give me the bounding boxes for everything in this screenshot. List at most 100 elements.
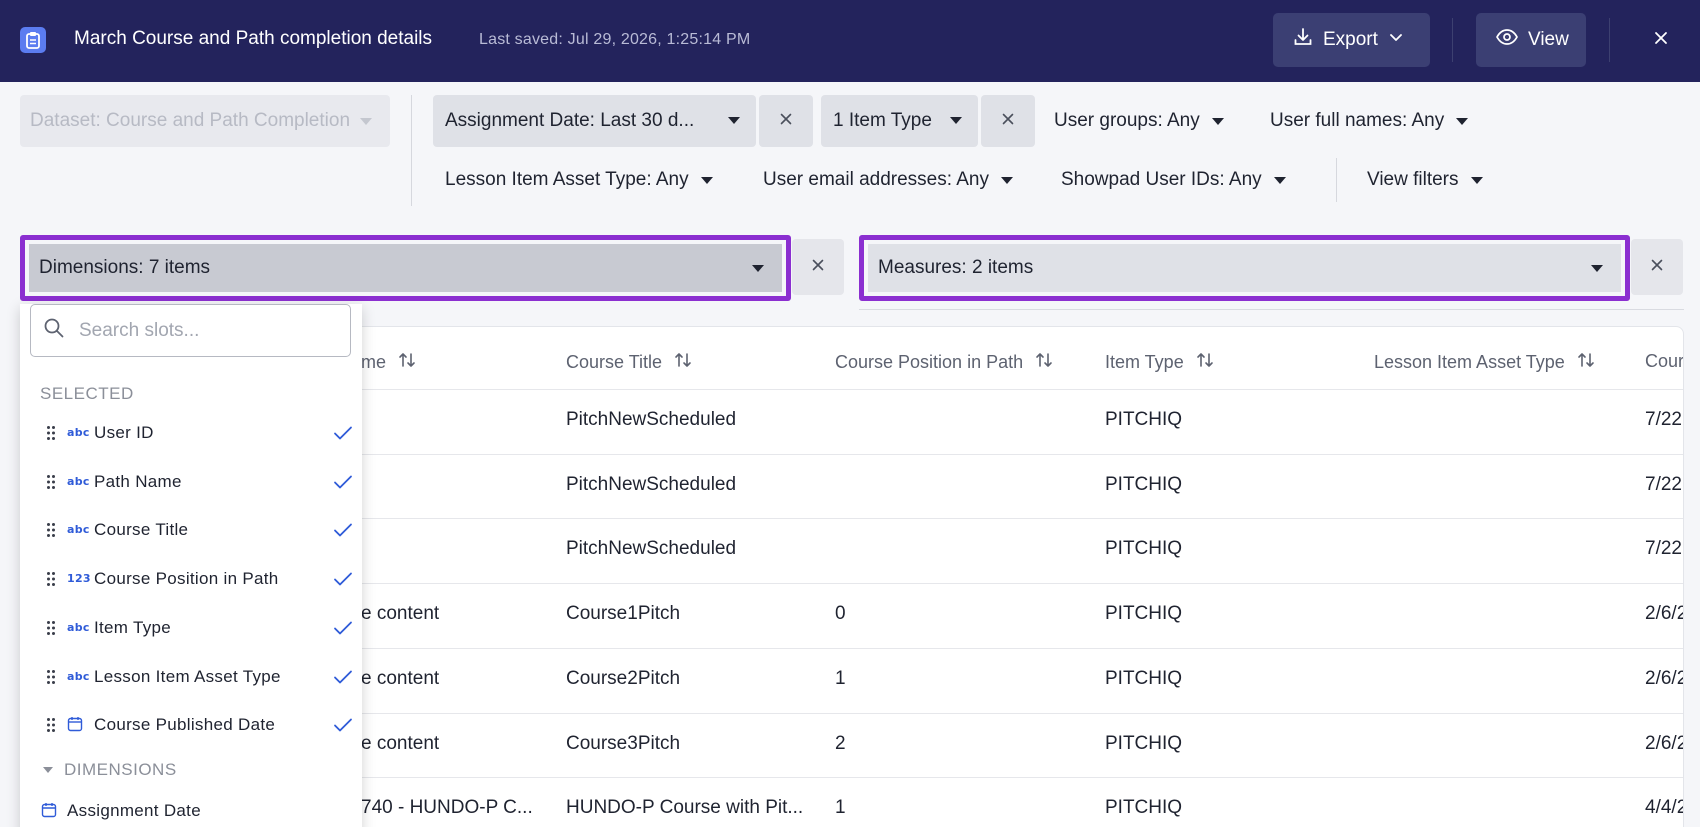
slot-item-label: Course Published Date xyxy=(94,715,276,735)
table-cell: 2/6/2 xyxy=(1645,732,1684,754)
column-header-path-name[interactable]: me xyxy=(361,351,416,374)
user-groups-filter[interactable]: User groups: Any xyxy=(1054,106,1224,136)
selected-slot-item[interactable]: Course Published Date xyxy=(20,705,362,745)
text-type-icon: abc xyxy=(67,426,90,439)
export-button[interactable]: Export xyxy=(1273,13,1430,67)
drag-handle-icon[interactable] xyxy=(46,717,56,733)
drag-handle-icon[interactable] xyxy=(46,571,56,587)
table-cell: e content xyxy=(361,667,440,689)
caret-down-icon xyxy=(1591,265,1603,272)
drag-handle-icon[interactable] xyxy=(46,620,56,636)
check-icon xyxy=(333,717,353,738)
table-cell: PitchNewScheduled xyxy=(566,409,737,430)
showpad-user-ids-label: Showpad User IDs: Any xyxy=(1061,169,1262,190)
dimensions-section-toggle[interactable]: DIMENSIONS xyxy=(42,760,177,780)
drag-handle-icon[interactable] xyxy=(46,522,56,538)
slot-item-label: Course Title xyxy=(94,520,189,540)
drag-handle-icon[interactable] xyxy=(46,474,56,490)
column-header-course-title[interactable]: Course Title xyxy=(566,351,692,374)
download-icon xyxy=(1293,27,1313,53)
clear-measures-button[interactable] xyxy=(1631,239,1683,295)
selected-slot-item[interactable]: abc Path Name xyxy=(20,462,362,502)
user-email-addresses-filter[interactable]: User email addresses: Any xyxy=(763,165,1013,195)
table-cell: PitchNewScheduled xyxy=(566,538,737,560)
search-slots-input[interactable] xyxy=(79,319,319,342)
caret-down-icon xyxy=(1001,176,1013,184)
dimensions-section-label: DIMENSIONS xyxy=(64,760,177,779)
clipboard-icon xyxy=(20,27,46,53)
selected-slot-item[interactable]: abc User ID xyxy=(20,413,362,453)
drag-handle-icon[interactable] xyxy=(46,425,56,441)
column-header-label: Cour xyxy=(1645,351,1684,371)
column-header-lesson-item-asset-type[interactable]: Lesson Item Asset Type xyxy=(1374,351,1595,374)
sort-icon xyxy=(1035,351,1053,374)
caret-down-icon xyxy=(1211,117,1224,125)
caret-down-icon xyxy=(752,265,764,272)
column-header-item-type[interactable]: Item Type xyxy=(1105,351,1214,374)
caret-down-icon xyxy=(1470,176,1483,184)
clear-assignment-date-button[interactable] xyxy=(759,95,813,147)
slot-item-label: Item Type xyxy=(94,617,172,637)
table-cell: Course3Pitch xyxy=(566,732,681,754)
column-header-course-position[interactable]: Course Position in Path xyxy=(835,351,1053,374)
sort-icon xyxy=(674,351,692,374)
text-type-icon: abc xyxy=(67,669,90,683)
view-filters-button[interactable]: View filters xyxy=(1367,165,1483,195)
table-cell: 740 - HUNDO-P C... xyxy=(361,797,533,819)
page-title: March Course and Path completion details xyxy=(74,28,433,49)
sort-icon xyxy=(1196,351,1214,374)
view-button[interactable]: View xyxy=(1476,13,1586,67)
number-type-icon: 123 xyxy=(67,572,91,586)
table-cell: 7/22, xyxy=(1645,538,1684,560)
view-filters-label: View filters xyxy=(1367,169,1459,190)
measures-select[interactable]: Measures: 2 items xyxy=(868,244,1621,292)
table-cell: Course2Pitch xyxy=(566,667,681,689)
selected-slot-item[interactable]: abc Course Title xyxy=(20,510,362,550)
dimension-slot-item[interactable]: Assignment Date xyxy=(20,791,362,827)
item-type-filter[interactable]: 1 Item Type xyxy=(821,95,978,147)
table-cell: PITCHIQ xyxy=(1105,667,1183,689)
clear-dimensions-button[interactable] xyxy=(792,239,844,295)
selected-slot-item[interactable]: 123 Course Position in Path xyxy=(20,559,362,599)
lesson-item-asset-type-filter[interactable]: Lesson Item Asset Type: Any xyxy=(445,165,713,195)
sort-icon xyxy=(1577,351,1595,374)
close-icon xyxy=(1002,112,1014,130)
filter-divider xyxy=(411,95,412,206)
showpad-user-ids-filter[interactable]: Showpad User IDs: Any xyxy=(1061,165,1286,195)
check-icon xyxy=(333,474,353,495)
table-cell: 2 xyxy=(835,732,846,754)
text-type-icon: abc xyxy=(67,620,90,634)
close-button[interactable] xyxy=(1646,23,1676,57)
export-label: Export xyxy=(1323,29,1378,50)
caret-down-icon xyxy=(1456,117,1469,125)
table-cell: 7/22, xyxy=(1645,473,1684,495)
clear-item-type-button[interactable] xyxy=(981,95,1035,147)
header-divider xyxy=(1452,18,1453,62)
caret-down-icon xyxy=(42,760,54,780)
caret-down-icon xyxy=(700,176,713,184)
table-cell: PITCHIQ xyxy=(1105,603,1183,625)
lesson-item-asset-type-label: Lesson Item Asset Type: Any xyxy=(445,169,689,190)
column-header-course-published[interactable]: Cour xyxy=(1645,351,1684,372)
calendar-icon xyxy=(41,802,57,821)
table-cell: PITCHIQ xyxy=(1105,473,1183,495)
check-icon xyxy=(333,669,353,690)
table-cell: Course1Pitch xyxy=(566,603,681,625)
search-slots-field[interactable] xyxy=(30,304,351,357)
column-header-label: Item Type xyxy=(1105,352,1184,372)
table-cell: 1 xyxy=(835,667,846,689)
dataset-label: Dataset: Course and Path Completion xyxy=(30,110,351,131)
slot-item-label: Path Name xyxy=(94,471,182,491)
assignment-date-filter[interactable]: Assignment Date: Last 30 d... xyxy=(433,95,756,147)
column-header-label: me xyxy=(361,352,387,372)
column-header-label: Lesson Item Asset Type xyxy=(1374,352,1565,372)
user-full-names-filter[interactable]: User full names: Any xyxy=(1270,106,1469,136)
dimensions-select[interactable]: Dimensions: 7 items xyxy=(29,244,782,292)
caret-down-icon xyxy=(728,117,740,124)
table-cell: PITCHIQ xyxy=(1105,538,1183,560)
table-cell: 0 xyxy=(835,603,846,625)
drag-handle-icon[interactable] xyxy=(46,669,56,685)
selected-slot-item[interactable]: abc Item Type xyxy=(20,608,362,648)
user-full-names-label: User full names: Any xyxy=(1270,110,1445,131)
selected-slot-item[interactable]: abc Lesson Item Asset Type xyxy=(20,657,362,697)
